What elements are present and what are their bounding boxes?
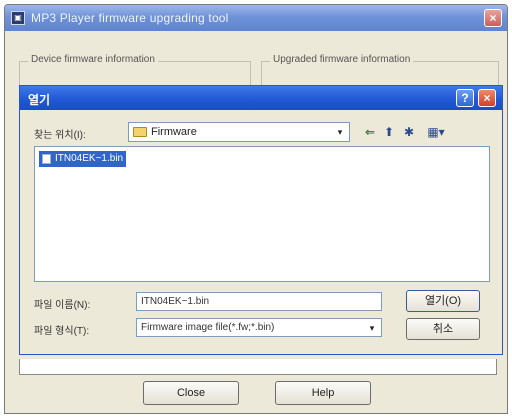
dialog-titlebar[interactable]: 열기 ? ×: [20, 86, 502, 110]
file-name: ITN04EK~1.bin: [55, 153, 124, 164]
folder-icon: [133, 127, 147, 137]
file-list[interactable]: ITN04EK~1.bin: [34, 146, 490, 282]
device-firmware-label: Device firmware information: [28, 54, 158, 65]
new-folder-icon[interactable]: ✱: [400, 122, 418, 142]
cancel-button[interactable]: 취소: [406, 318, 480, 340]
window-title: MP3 Player firmware upgrading tool: [31, 11, 229, 25]
filetype-value: Firmware image file(*.fw;*.bin): [141, 322, 275, 333]
upgraded-firmware-label: Upgraded firmware information: [270, 54, 414, 65]
file-list-item[interactable]: ITN04EK~1.bin: [39, 151, 127, 167]
window-close-button[interactable]: ×: [484, 9, 502, 27]
open-file-dialog: 열기 ? × 찾는 위치(I): Firmware ▾ ⇐ ⬆ ✱ ▦▾ ITN…: [19, 85, 503, 355]
chevron-down-icon[interactable]: ▾: [364, 320, 380, 336]
dialog-close-button[interactable]: ×: [478, 89, 496, 107]
view-menu-icon[interactable]: ▦▾: [424, 122, 448, 142]
status-field: [19, 359, 497, 375]
lookin-label: 찾는 위치(I):: [34, 130, 86, 141]
filetype-dropdown[interactable]: Firmware image file(*.fw;*.bin) ▾: [136, 318, 382, 337]
back-icon[interactable]: ⇐: [362, 122, 378, 142]
lookin-dropdown[interactable]: Firmware ▾: [128, 122, 350, 142]
window-titlebar[interactable]: ▣ MP3 Player firmware upgrading tool ×: [5, 5, 507, 31]
app-icon: ▣: [11, 11, 25, 25]
filetype-label: 파일 형식(T):: [34, 326, 90, 337]
file-icon: [42, 154, 51, 164]
lookin-value: Firmware: [151, 126, 197, 138]
help-button[interactable]: Help: [275, 381, 371, 405]
open-button[interactable]: 열기(O): [406, 290, 480, 312]
filename-input[interactable]: [136, 292, 382, 311]
dialog-help-button[interactable]: ?: [456, 89, 474, 107]
filename-label: 파일 이름(N):: [34, 300, 91, 311]
up-folder-icon[interactable]: ⬆: [380, 122, 398, 142]
firmware-upgrade-window: ▣ MP3 Player firmware upgrading tool × D…: [4, 4, 508, 414]
chevron-down-icon[interactable]: ▾: [332, 124, 348, 140]
dialog-title: 열기: [28, 93, 51, 107]
close-button[interactable]: Close: [143, 381, 239, 405]
